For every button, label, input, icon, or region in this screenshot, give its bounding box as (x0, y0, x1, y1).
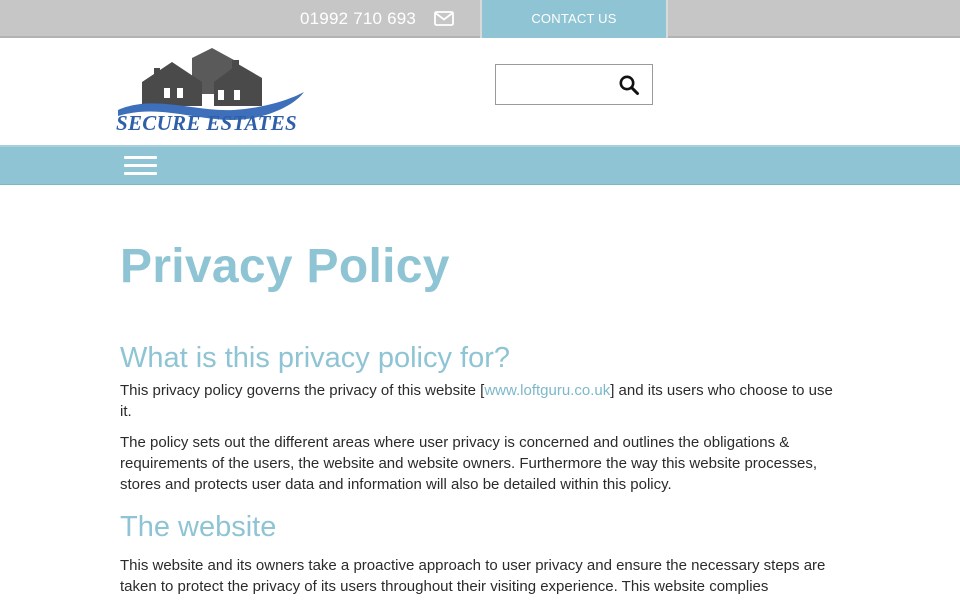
envelope-icon[interactable] (434, 11, 454, 26)
page-title: Privacy Policy (120, 240, 450, 293)
section-paragraph: The policy sets out the different areas … (120, 434, 817, 493)
section-paragraph: This privacy policy governs the privacy … (120, 380, 840, 422)
section-heading: What is this privacy policy for? (120, 342, 511, 374)
website-link[interactable]: www.loftguru.co.uk (484, 382, 610, 399)
magnifier-icon[interactable] (618, 74, 640, 96)
section-heading: The website (120, 511, 277, 543)
site-header: SECURE ESTATES (0, 38, 960, 145)
hamburger-menu-icon[interactable] (124, 156, 158, 178)
section-paragraph: This website and its owners take a proac… (120, 557, 826, 595)
search-box (495, 64, 653, 105)
paragraph-text: This privacy policy governs the privacy … (120, 382, 485, 399)
contact-us-button[interactable]: CONTACT US (480, 0, 668, 38)
top-bar: 01992 710 693 CONTACT US (0, 0, 960, 38)
logo-text: SECURE ESTATES (116, 111, 298, 135)
nav-bar (0, 145, 960, 185)
main-content: Privacy Policy What is this privacy poli… (120, 185, 840, 597)
phone-number[interactable]: 01992 710 693 (300, 0, 416, 38)
search-input[interactable] (498, 67, 613, 102)
